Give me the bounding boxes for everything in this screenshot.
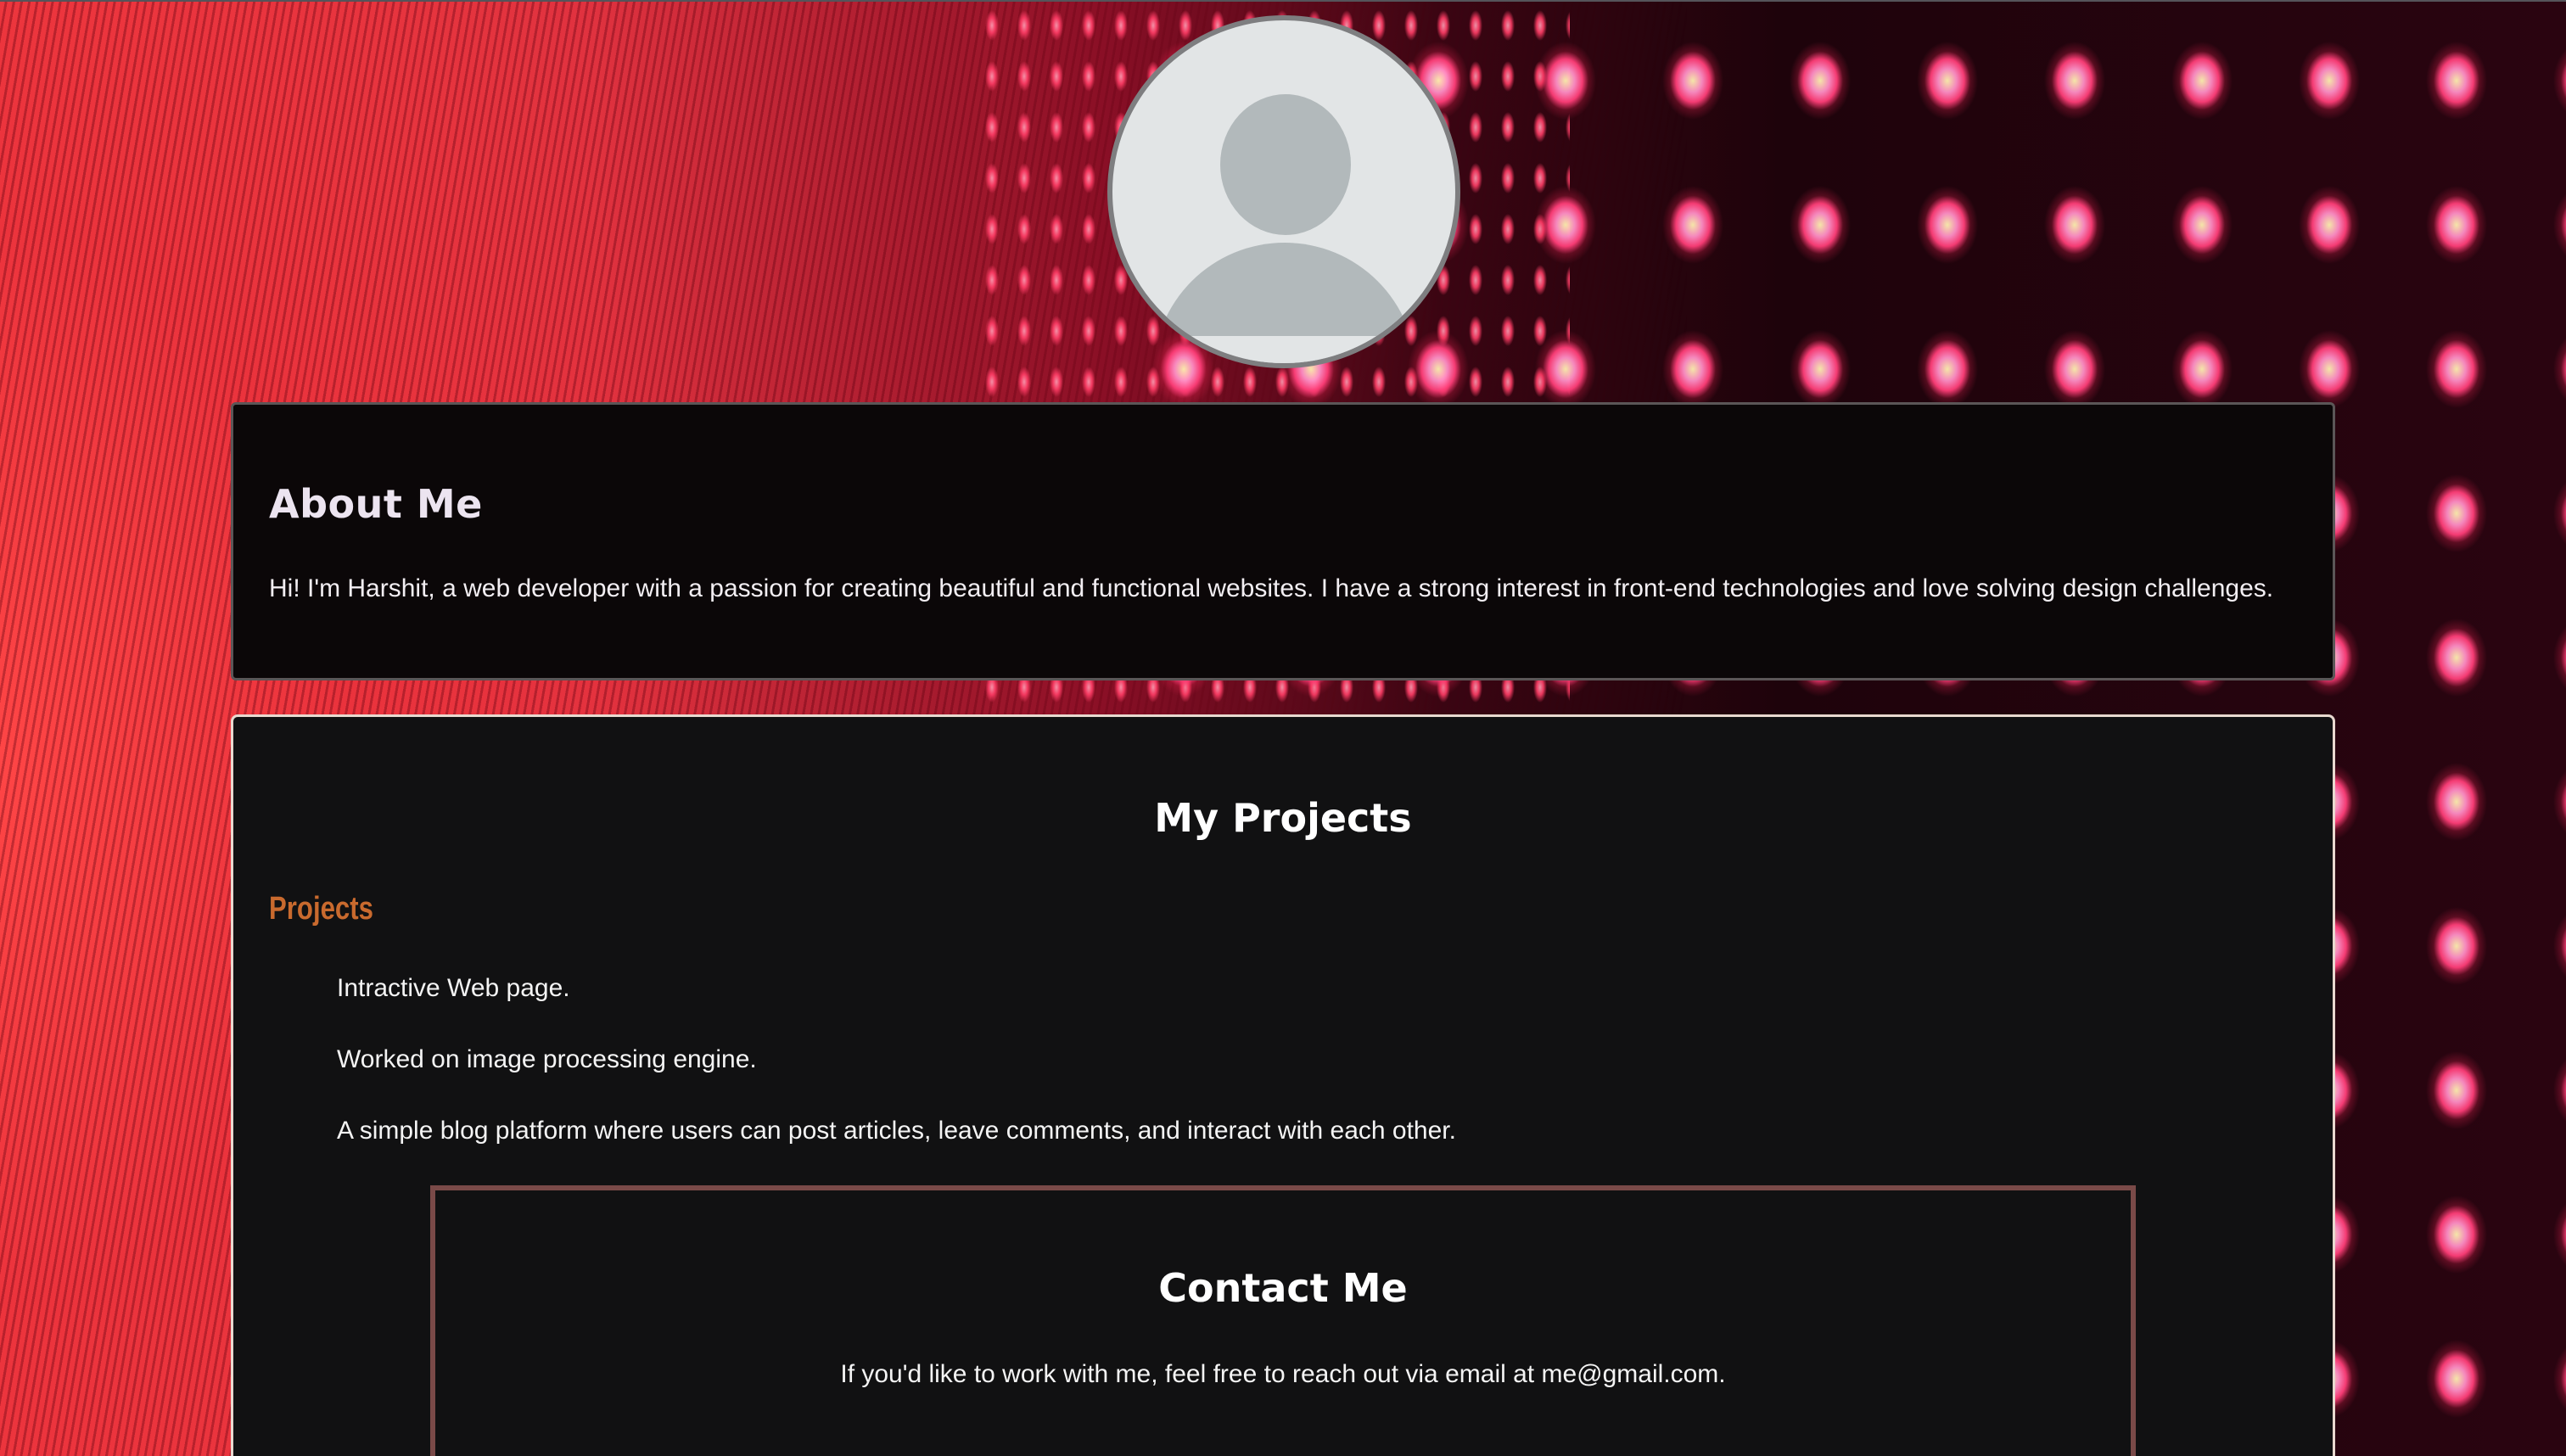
profile-avatar — [1107, 15, 1460, 368]
project-item: Intractive Web page. — [337, 974, 570, 1002]
contact-title: Contact Me — [1158, 1265, 1408, 1311]
project-list: Intractive Web page. Worked on image pro… — [337, 972, 1456, 1185]
about-section: About Me Hi! I'm Harshit, a web develope… — [231, 402, 2335, 680]
contact-section: Contact Me If you'd like to work with me… — [430, 1185, 2136, 1456]
contact-text: If you'd like to work with me, feel free… — [840, 1360, 1726, 1388]
projects-title: My Projects — [1154, 795, 1412, 841]
project-item: A simple blog platform where users can p… — [337, 1117, 1456, 1145]
about-text: Hi! I'm Harshit, a web developer with a … — [269, 574, 2274, 602]
avatar-head-icon — [1220, 94, 1351, 235]
projects-section: My Projects Projects Intractive Web page… — [231, 714, 2335, 1456]
project-item: Worked on image processing engine. — [337, 1045, 757, 1073]
about-title: About Me — [269, 481, 483, 527]
projects-subtitle: Projects — [269, 891, 373, 927]
window-top-edge — [0, 0, 2566, 2]
